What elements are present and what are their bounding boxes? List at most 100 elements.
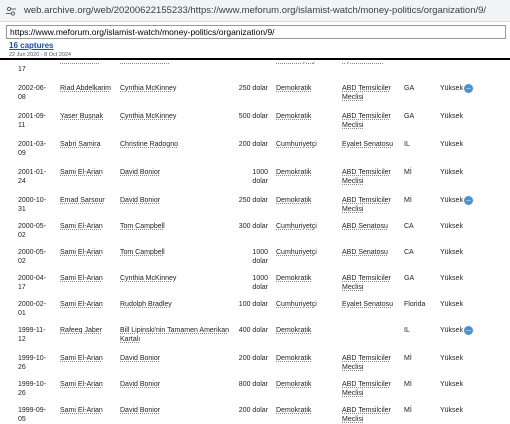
amount-cell: 300 dolar bbox=[238, 223, 268, 230]
amount-cell: 1000 dolar bbox=[252, 275, 268, 291]
date-cell: 2000-02- 01 bbox=[18, 301, 47, 317]
table-row: 2000-04- 17 Sami El-Arian Cynthia McKinney 1… bbox=[0, 274, 510, 300]
recipient-link[interactable]: Tom Campbell bbox=[120, 222, 230, 231]
office-link[interactable]: ABD Temsilciler Meclisi bbox=[342, 168, 406, 186]
site-settings-icon[interactable] bbox=[4, 4, 18, 18]
party-link[interactable]: Demokratik bbox=[276, 354, 338, 363]
recipient-link[interactable]: Cynthia McKinney bbox=[120, 274, 230, 283]
recipient-link[interactable]: Tom Campbell bbox=[120, 248, 230, 257]
recipient-link[interactable]: James Traficant bbox=[120, 62, 230, 65]
table-row: 2000-02- 01 Sami El-Arian Rudolph Bradley 10… bbox=[0, 300, 510, 326]
office-link[interactable]: Eyalet Meclisi bbox=[342, 62, 406, 65]
office-link[interactable]: ABD Temsilciler Meclisi bbox=[342, 196, 406, 214]
party-link[interactable]: Demokratik bbox=[276, 196, 338, 205]
party-link[interactable]: Cumhuriyetçi bbox=[276, 62, 338, 65]
office-link[interactable]: ABD Temsilciler Meclisi bbox=[342, 406, 406, 424]
state-cell: Mİ bbox=[404, 407, 412, 414]
level-label: Yüksek bbox=[440, 169, 463, 176]
table-row: 2003-01-17 Cihad Smaili James Traficant200… bbox=[0, 62, 510, 82]
level-label: Yüksek bbox=[440, 113, 463, 120]
party-link[interactable]: Demokratik bbox=[276, 84, 338, 93]
recipient-link[interactable]: Christine Radogno bbox=[120, 140, 230, 149]
state-cell: Mİ bbox=[404, 169, 412, 176]
date-cell: 1999-10- 26 bbox=[18, 381, 47, 397]
level-label: Yüksek bbox=[440, 381, 463, 388]
office-link[interactable]: ABD Temsilciler Meclisi bbox=[342, 274, 406, 292]
state-cell: GA bbox=[404, 275, 415, 282]
recipient-link[interactable]: Bill Lipinski'nin Tamamen Amerikan Kartal… bbox=[120, 326, 230, 344]
date-cell: 2002-06- 08 bbox=[18, 85, 47, 101]
office-link[interactable]: Eyalet Senatosu bbox=[342, 140, 406, 149]
amount-cell: 1000 dolar bbox=[252, 169, 268, 185]
party-link[interactable]: Cumhuriyetçi bbox=[276, 300, 338, 309]
level-label: Yüksek bbox=[440, 355, 463, 362]
state-cell: GA bbox=[404, 113, 415, 120]
table-row: 2000-05- 02 Sami El-Arian Tom Campbell 300 d… bbox=[0, 222, 510, 248]
wayback-toolbar: https://www.meforum.org/islamist-watch/m… bbox=[0, 22, 510, 60]
donor-link[interactable]: Sami El-Arian bbox=[60, 406, 116, 415]
date-cell: 2001-01- 24 bbox=[18, 169, 47, 185]
state-cell: Florida bbox=[404, 301, 426, 308]
party-link[interactable]: Cumhuriyetçi bbox=[276, 222, 338, 231]
party-link[interactable]: Demokratik bbox=[276, 274, 338, 283]
recipient-link[interactable]: David Bonior bbox=[120, 196, 230, 205]
office-link[interactable]: ABD Senatosu bbox=[342, 222, 406, 231]
level-cell: Yüksek… bbox=[440, 326, 500, 335]
chat-bubble-icon[interactable]: … bbox=[463, 84, 473, 93]
level-cell: Yüksek bbox=[440, 248, 500, 257]
party-link[interactable]: Cumhuriyetçi bbox=[276, 248, 338, 257]
chat-bubble-icon[interactable]: … bbox=[463, 196, 473, 205]
office-link[interactable]: ABD Temsilciler Meclisi bbox=[342, 380, 406, 398]
party-link[interactable]: Demokratik bbox=[276, 168, 338, 177]
level-cell: Yüksek bbox=[440, 406, 500, 415]
donor-link[interactable]: Sami El-Arian bbox=[60, 300, 116, 309]
date-cell: 1999-09- 05 bbox=[18, 407, 47, 423]
party-link[interactable]: Cumhuriyetçi bbox=[276, 140, 338, 149]
recipient-link[interactable]: Cynthia McKinney bbox=[120, 112, 230, 121]
amount-cell: 1000 dolar bbox=[252, 249, 268, 265]
donor-link[interactable]: Riad Abdelkarim bbox=[60, 84, 116, 93]
browser-url-bar[interactable]: web.archive.org/web/20200622155233/https… bbox=[0, 0, 510, 22]
donor-link[interactable]: Sami El-Arian bbox=[60, 354, 116, 363]
donor-link[interactable]: Sami El-Arian bbox=[60, 248, 116, 257]
donor-link[interactable]: Sami El-Arian bbox=[60, 380, 116, 389]
donor-link[interactable]: Yaser Buşnak bbox=[60, 112, 116, 121]
donor-link[interactable]: Rafeeq Jaber bbox=[60, 326, 116, 335]
donor-link[interactable]: Sabri Samira bbox=[60, 140, 116, 149]
level-cell: Yüksek bbox=[440, 354, 500, 363]
table-row: 2001-03- 09 Sabri Samira Christine Radogno 2… bbox=[0, 140, 510, 166]
office-link[interactable]: ABD Temsilciler Meclisi bbox=[342, 354, 406, 372]
captures-link[interactable]: 16 captures bbox=[9, 41, 53, 50]
recipient-link[interactable]: David Bonior bbox=[120, 380, 230, 389]
date-cell: 1999-11- 12 bbox=[18, 327, 46, 343]
state-cell: Mİ bbox=[404, 197, 412, 204]
office-link[interactable]: ABD Temsilciler Meclisi bbox=[342, 84, 406, 102]
party-link[interactable]: Demokratik bbox=[276, 380, 338, 389]
date-cell: 2000-05- 02 bbox=[18, 249, 47, 265]
level-cell: Yüksek bbox=[440, 140, 500, 149]
donor-link[interactable]: Emad Sarsour bbox=[60, 196, 116, 205]
amount-cell: 200 dolar bbox=[238, 355, 268, 362]
recipient-link[interactable]: David Bonior bbox=[120, 354, 230, 363]
office-link[interactable]: Eyalet Senatosu bbox=[342, 300, 406, 309]
recipient-link[interactable]: Rudolph Bradley bbox=[120, 300, 230, 309]
url-text[interactable]: web.archive.org/web/20200622155233/https… bbox=[24, 5, 486, 16]
office-link[interactable]: ABD Temsilciler Meclisi bbox=[342, 112, 406, 130]
donor-link[interactable]: Sami El-Arian bbox=[60, 274, 116, 283]
donor-link[interactable]: Sami El-Arian bbox=[60, 168, 116, 177]
party-link[interactable]: Demokratik bbox=[276, 112, 338, 121]
office-link[interactable]: ABD Senatosu bbox=[342, 248, 406, 257]
party-link[interactable]: Demokratik bbox=[276, 406, 338, 415]
donor-link[interactable]: Sami El-Arian bbox=[60, 222, 116, 231]
date-cell: 2000-10- 31 bbox=[18, 197, 47, 213]
chat-bubble-icon[interactable]: … bbox=[463, 326, 473, 335]
donor-link[interactable]: Cihad Smaili bbox=[60, 62, 116, 65]
recipient-link[interactable]: David Bonior bbox=[120, 168, 230, 177]
wayback-url-input[interactable]: https://www.meforum.org/islamist-watch/m… bbox=[6, 25, 506, 39]
recipient-link[interactable]: Cynthia McKinney bbox=[120, 84, 230, 93]
recipient-link[interactable]: David Bonior bbox=[120, 406, 230, 415]
amount-cell: 800 dolar bbox=[238, 381, 268, 388]
level-cell: Yüksek bbox=[440, 168, 500, 177]
party-link[interactable]: Demokratik bbox=[276, 326, 338, 335]
level-label: Yüksek bbox=[440, 197, 463, 204]
